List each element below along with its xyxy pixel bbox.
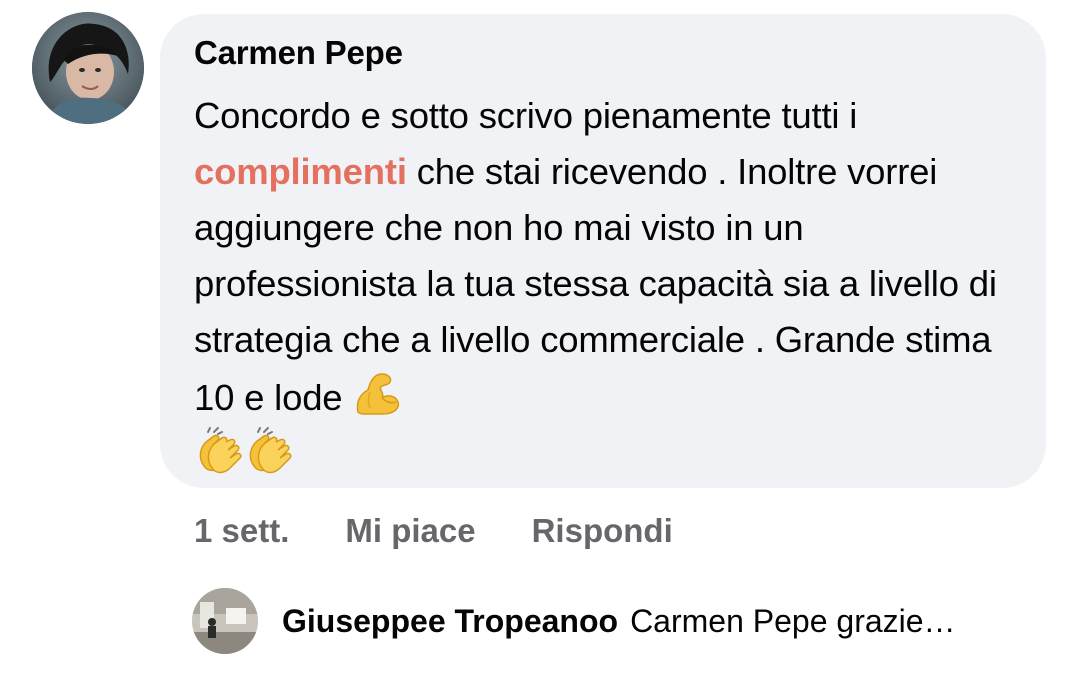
commenter-avatar[interactable] [32, 12, 144, 124]
comment-text: Concordo e sotto scrivo pienamente tutti… [194, 88, 1024, 484]
comment-actions: 1 sett. Mi piace Rispondi [194, 508, 673, 554]
comment-timestamp[interactable]: 1 sett. [194, 512, 289, 550]
comment-text-start: Concordo e sotto scrivo pienamente tutti… [194, 95, 858, 136]
comment-author[interactable]: Carmen Pepe [194, 34, 403, 72]
highlighted-keyword[interactable]: complimenti [194, 151, 407, 192]
reply-text: Carmen Pepe grazie… [630, 602, 956, 639]
reply-author[interactable]: Giuseppee Tropeanoo [282, 603, 618, 640]
reply-author-avatar[interactable] [192, 588, 258, 654]
clapping-hands-icon [194, 426, 244, 476]
comment-bubble: Carmen Pepe Concordo e sotto scrivo pien… [160, 14, 1046, 488]
reply-preview[interactable]: Giuseppee Tropeanoo Carmen Pepe grazie… [192, 588, 956, 654]
flexed-biceps-icon [352, 368, 402, 418]
reply-button[interactable]: Rispondi [532, 512, 673, 550]
clapping-hands-icon [244, 426, 294, 476]
like-button[interactable]: Mi piace [345, 512, 475, 550]
